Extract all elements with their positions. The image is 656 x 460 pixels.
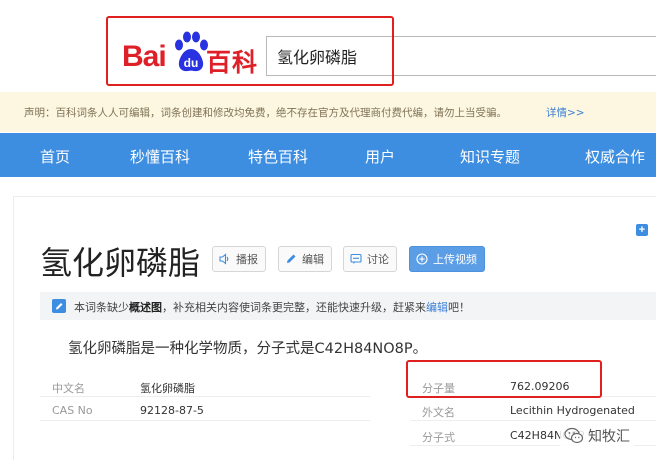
row-divider bbox=[410, 420, 656, 421]
row-divider bbox=[410, 396, 656, 397]
entry-summary: 氢化卵磷脂是一种化学物质，分子式是C42H84NO8P。 bbox=[68, 341, 428, 357]
row-divider bbox=[40, 420, 370, 421]
comment-icon bbox=[350, 253, 362, 264]
disclaimer-bar: 声明：百科词条人人可编辑，词条创建和修改均免费，绝不存在官方及代理商付费代编，请… bbox=[0, 92, 656, 132]
info-label-molecular-weight: 分子量 bbox=[422, 382, 455, 395]
side-add-icon[interactable]: + bbox=[636, 224, 648, 236]
search-box[interactable] bbox=[266, 36, 656, 76]
nav-item-topics[interactable]: 知识专题 bbox=[460, 146, 520, 167]
wechat-icon bbox=[564, 427, 584, 444]
missing-image-notice: 本词条缺少概述图，补充相关内容使词条更完整，还能快速升级，赶紧来编辑吧！ bbox=[40, 292, 656, 320]
header: Bai du 百科 bbox=[0, 0, 656, 92]
info-label-chinese-name: 中文名 bbox=[52, 382, 85, 395]
disclaimer-text: 声明：百科词条人人可编辑，词条创建和修改均免费，绝不存在官方及代理商付费代编，请… bbox=[24, 107, 507, 119]
edit-button[interactable]: 编辑 bbox=[278, 246, 332, 272]
entry-title: 氢化卵磷脂 bbox=[40, 244, 201, 282]
paw-icon: du bbox=[175, 31, 208, 72]
nav-item-miaodong[interactable]: 秒懂百科 bbox=[130, 146, 190, 167]
info-value-molecular-weight: 762.09206 bbox=[510, 380, 570, 393]
search-input[interactable] bbox=[277, 46, 656, 65]
discuss-button[interactable]: 讨论 bbox=[343, 246, 397, 272]
wechat-watermark: 知牧汇 bbox=[560, 424, 634, 448]
upload-video-button[interactable]: 上传视频 bbox=[409, 246, 485, 272]
row-divider bbox=[40, 396, 370, 397]
logo-baike-text: 百科 bbox=[206, 48, 259, 77]
missing-image-text: 本词条缺少概述图，补充相关内容使词条更完整，还能快速升级，赶紧来编辑吧！ bbox=[74, 301, 470, 314]
plus-circle-icon bbox=[416, 253, 428, 265]
main-nav: 首页 秒懂百科 特色百科 用户 知识专题 权威合作 bbox=[0, 133, 656, 177]
notice-edit-link[interactable]: 编辑 bbox=[426, 301, 448, 314]
logo-du-text: du bbox=[184, 56, 199, 70]
disclaimer-details-link[interactable]: 详情>> bbox=[546, 105, 585, 120]
upload-video-label: 上传视频 bbox=[433, 253, 477, 266]
logo-bai-text: Bai bbox=[122, 40, 167, 73]
broadcast-button[interactable]: 播报 bbox=[212, 246, 266, 272]
nav-item-cooperation[interactable]: 权威合作 bbox=[585, 146, 645, 167]
nav-item-tese[interactable]: 特色百科 bbox=[248, 146, 308, 167]
info-label-formula: 分子式 bbox=[422, 431, 455, 444]
watermark-text: 知牧汇 bbox=[588, 429, 630, 445]
nav-item-user[interactable]: 用户 bbox=[365, 146, 395, 167]
speaker-icon bbox=[219, 253, 229, 265]
edit-notice-icon bbox=[52, 299, 66, 313]
info-value-foreign-name: Lecithin Hydrogenated bbox=[510, 404, 635, 417]
info-value-chinese-name: 氢化卵磷脂 bbox=[140, 382, 195, 395]
nav-item-home[interactable]: 首页 bbox=[40, 146, 70, 167]
pencil-icon bbox=[287, 254, 296, 263]
discuss-label: 讨论 bbox=[367, 253, 389, 266]
info-label-foreign-name: 外文名 bbox=[422, 406, 455, 419]
edit-label: 编辑 bbox=[302, 253, 324, 266]
info-value-cas: 92128-87-5 bbox=[140, 404, 204, 417]
broadcast-label: 播报 bbox=[236, 253, 258, 266]
info-label-cas: CAS No bbox=[52, 404, 93, 417]
